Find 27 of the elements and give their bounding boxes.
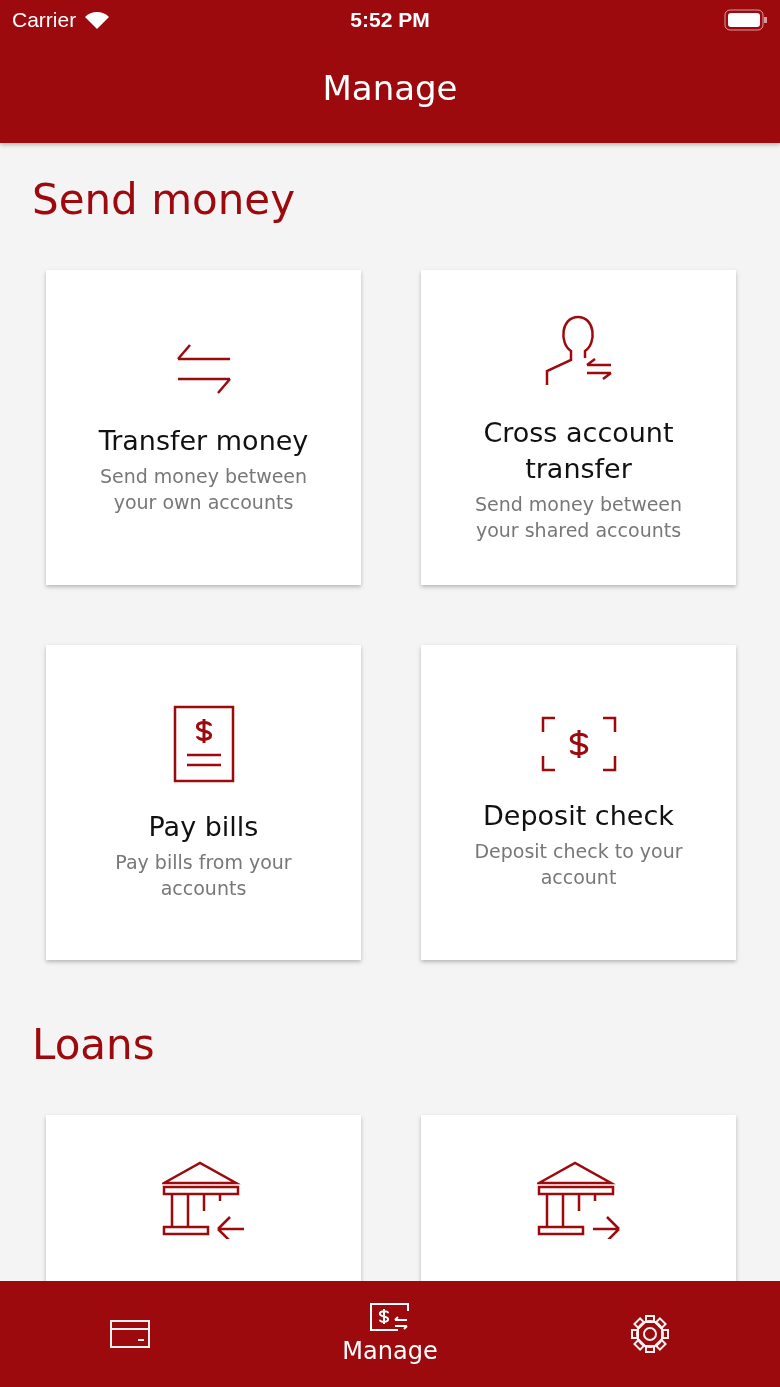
card-title: Cross account transfer <box>482 415 675 486</box>
battery-icon <box>724 9 768 31</box>
carrier-label: Carrier <box>12 8 77 32</box>
action-card[interactable]: Cross account transfer Send money between your shared accounts <box>421 270 736 585</box>
dollar-scan-icon <box>540 715 617 772</box>
action-card[interactable]: Transfer money Send money between your own accounts <box>46 270 361 585</box>
card-title: Deposit check <box>483 798 674 833</box>
clock-time: 5:52 PM <box>350 8 430 32</box>
tab-item[interactable]: Manage <box>260 1303 520 1365</box>
action-card[interactable]: Deposit check Deposit check to your account <box>421 645 736 960</box>
action-card[interactable]: Pay bills Pay bills from your accounts <box>46 645 361 960</box>
card-description: Send money between your own accounts <box>98 463 309 515</box>
page-title: Manage <box>321 66 459 110</box>
bank-arrow-icon <box>161 1161 246 1239</box>
card-description: Pay bills from your accounts <box>114 849 293 901</box>
card-description: Send money between your shared accounts <box>473 491 684 543</box>
bill-icon <box>172 704 235 783</box>
card-icon <box>110 1320 150 1348</box>
section-heading: Loans <box>32 1020 156 1069</box>
settings-icon <box>630 1314 670 1354</box>
section-heading: Send money <box>32 175 297 224</box>
card-title: Transfer money <box>98 423 309 458</box>
card-description: Deposit check to your account <box>473 838 684 890</box>
dollar-transfer-icon <box>370 1303 410 1331</box>
card-title: Pay bills <box>148 809 259 844</box>
bank-arrow-icon <box>536 1161 621 1239</box>
wifi-icon <box>84 10 111 30</box>
